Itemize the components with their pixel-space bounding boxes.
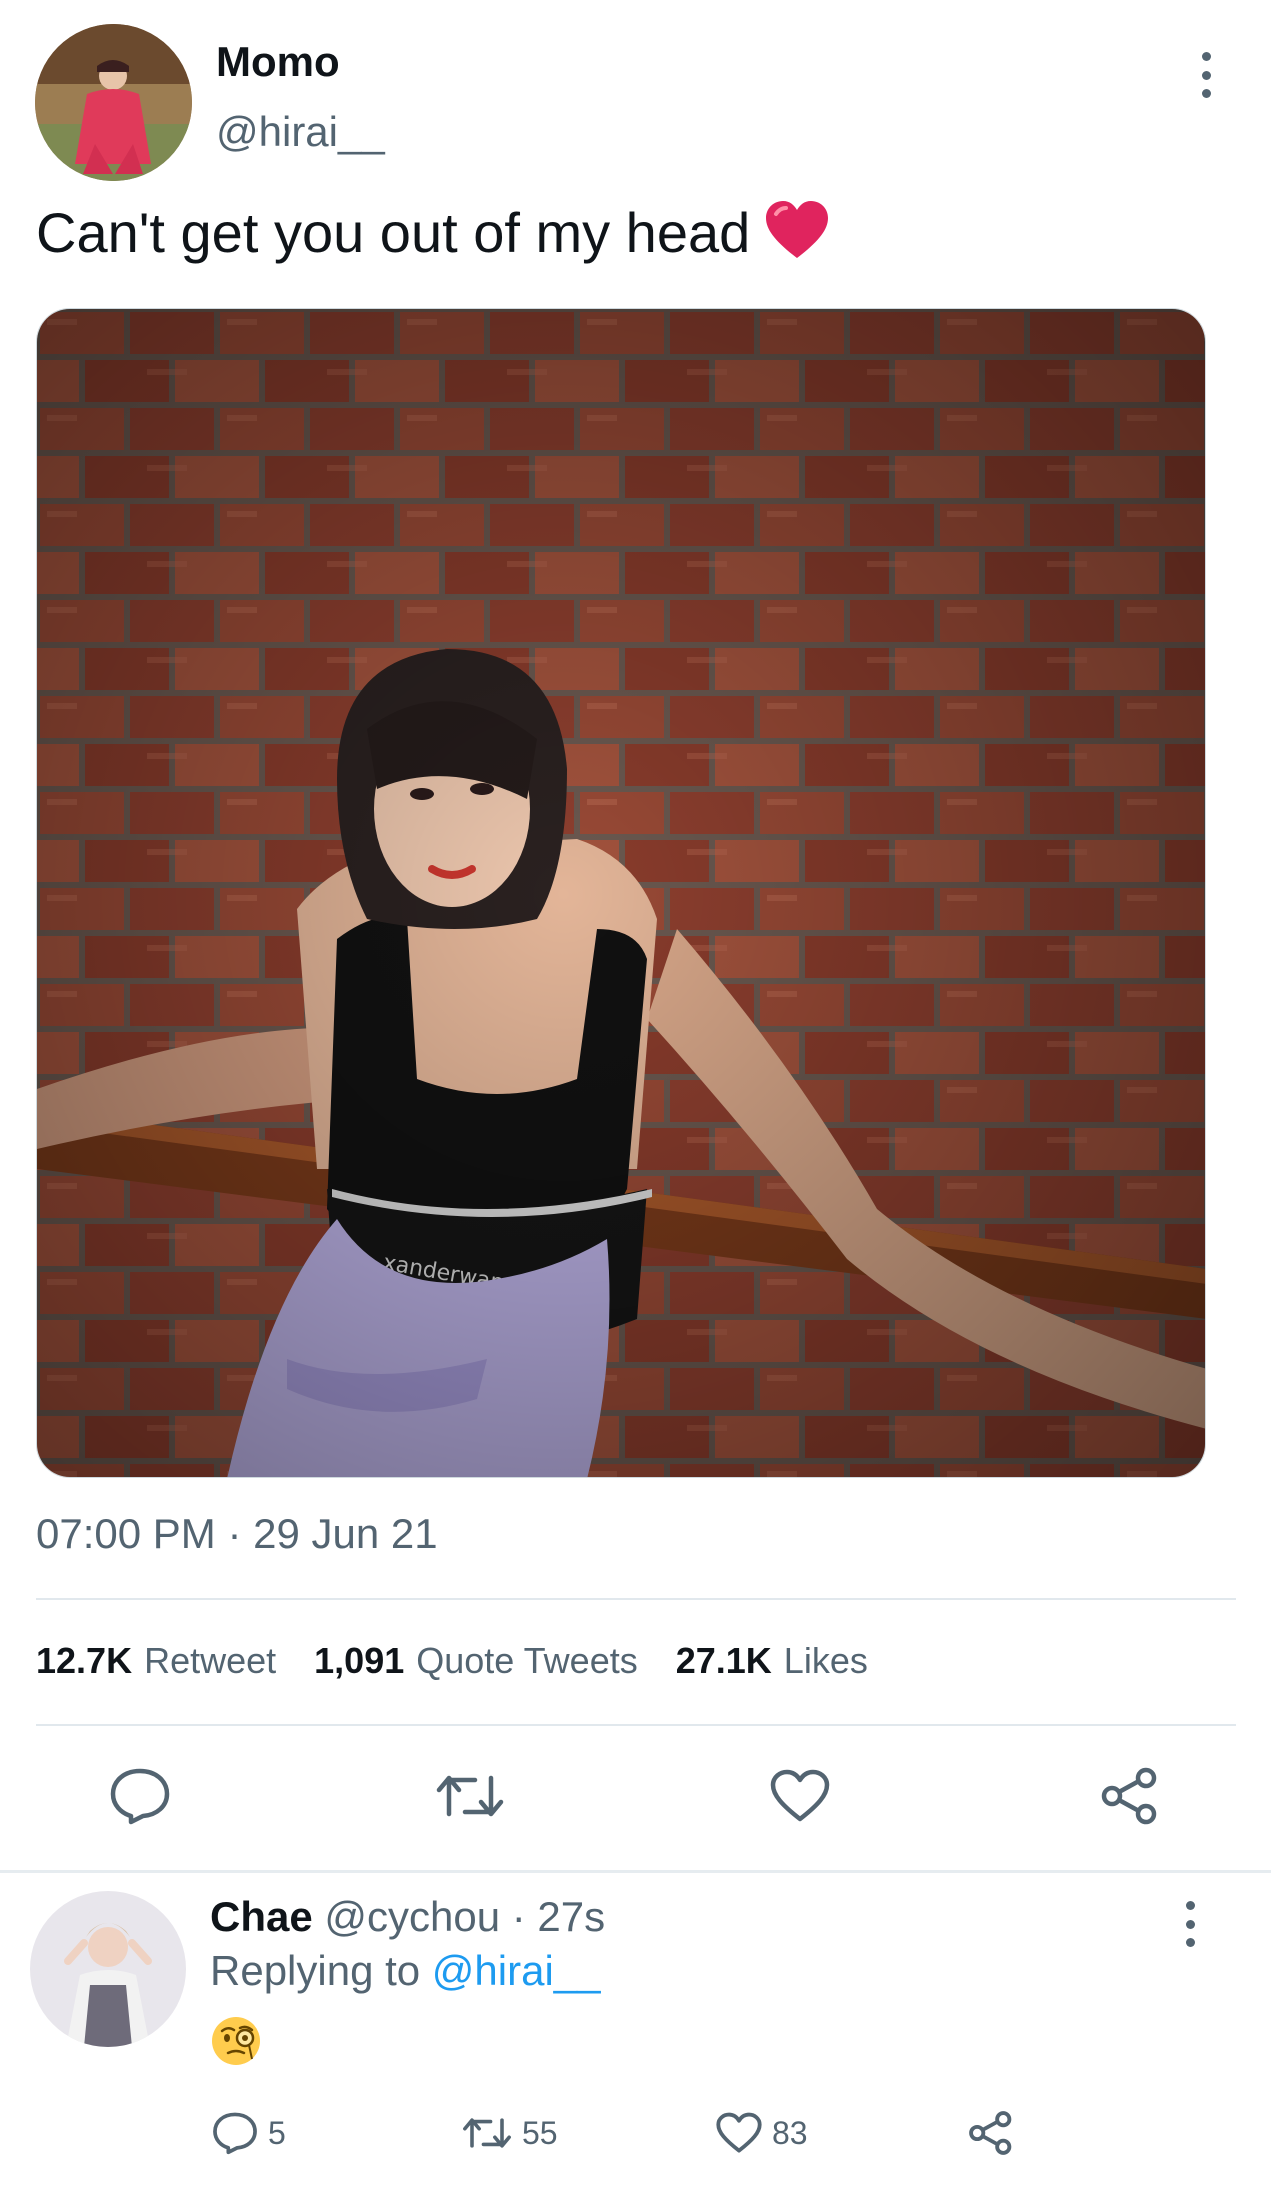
reply-actions: 5 55 83 [0,2105,1271,2165]
like-icon[interactable] [764,1760,836,1832]
retweet-count: 55 [522,2114,558,2151]
tweet-text-content: Can't get you out of my head [36,201,751,264]
reply-like-button[interactable]: 83 [716,2105,808,2161]
reply-tweet[interactable]: Chae @cychou · 27s Replying to @hirai__ … [0,1873,1271,2210]
more-options-icon[interactable] [1192,52,1220,98]
reply-header: Chae @cychou · 27s [210,1893,605,1941]
share-icon[interactable] [1094,1760,1166,1832]
reply-author-handle[interactable]: @cychou [324,1893,500,1940]
replying-to-link[interactable]: @hirai__ [432,1947,601,1994]
retweet-icon[interactable] [434,1760,506,1832]
tweet-text: Can't get you out of my head [36,200,830,273]
like-count: 83 [772,2114,808,2151]
quote-tweets-stat[interactable]: 1,091 Quote Tweets [314,1640,638,1682]
like-icon [716,2112,762,2153]
reply-icon[interactable] [104,1760,176,1832]
reply-reply-button[interactable]: 5 [212,2105,286,2161]
reply-time: · 27s [511,1893,606,1940]
reply-author-avatar[interactable] [30,1891,186,2047]
tweet-stats: 12.7K Retweet 1,091 Quote Tweets 27.1K Like… [36,1640,868,1682]
replying-to: Replying to @hirai__ [210,1947,601,1995]
tweet-actions [0,1760,1271,1840]
reply-count: 5 [268,2114,286,2151]
main-tweet: Momo @hirai__ Can't get you out of my he… [0,0,1271,1872]
retweet-stat[interactable]: 12.7K Retweet [36,1640,276,1682]
likes-stat[interactable]: 27.1K Likes [676,1640,868,1682]
retweet-icon [463,2118,511,2148]
tweet-photo[interactable]: xanderwang [36,308,1206,1478]
divider [36,1724,1236,1726]
share-icon [969,2111,1012,2155]
author-handle[interactable]: @hirai__ [216,108,385,156]
divider [36,1598,1236,1600]
reply-share-button[interactable] [968,2105,1014,2161]
photo-image: xanderwang [37,309,1205,1477]
author-name[interactable]: Momo [216,38,340,86]
heart-emoji-icon [764,200,830,273]
reply-icon [213,2112,257,2155]
tweet-timestamp[interactable]: 07:00 PM · 29 Jun 21 [36,1510,438,1558]
reply-retweet-button[interactable]: 55 [462,2105,558,2161]
face-with-monocle-emoji-icon [210,2015,262,2067]
reply-more-options-icon[interactable] [1176,1901,1204,1947]
replying-prefix: Replying to [210,1947,421,1994]
author-avatar[interactable] [35,24,192,181]
reply-author-name[interactable]: Chae [210,1893,313,1940]
